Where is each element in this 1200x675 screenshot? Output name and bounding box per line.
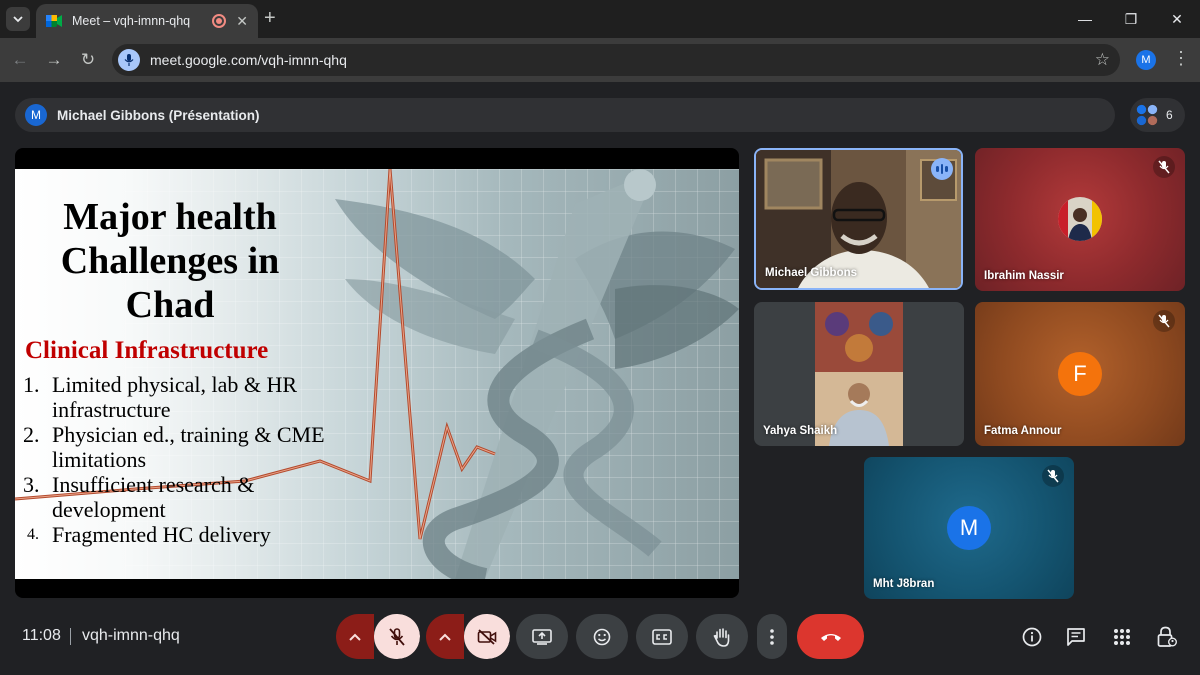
google-meet-icon	[46, 15, 62, 27]
raise-hand-button[interactable]	[696, 614, 748, 659]
bottom-bar-divider	[70, 628, 71, 645]
tab-close-icon[interactable]: ✕	[236, 13, 248, 30]
back-button[interactable]: ←	[8, 48, 32, 72]
presentation-label: Michael Gibbons (Présentation)	[57, 107, 260, 123]
minimize-icon[interactable]: —	[1062, 0, 1108, 38]
slide: Major health Challenges in Chad Clinical…	[15, 169, 739, 579]
participant-name: Fatma Annour	[984, 425, 1062, 437]
emoji-icon	[593, 628, 611, 645]
list-item: 4. Fragmented HC delivery	[27, 522, 271, 547]
browser-tab-meet[interactable]: Meet – vqh-imnn-qhq ✕	[36, 4, 258, 38]
chat-button[interactable]	[1065, 626, 1087, 648]
camera-off-icon	[477, 628, 497, 645]
slide-subtitle: Clinical Infrastructure	[25, 337, 269, 364]
new-tab-button[interactable]: +	[264, 8, 276, 28]
present-screen-icon	[532, 628, 552, 645]
participant-tile-ibrahim-nassir[interactable]: Ibrahim Nassir	[975, 148, 1185, 291]
mic-off-icon	[1153, 310, 1175, 332]
leave-call-button[interactable]	[797, 614, 864, 659]
participant-tile-michael-gibbons[interactable]: Michael Gibbons	[754, 148, 963, 290]
host-controls-button[interactable]	[1156, 626, 1178, 648]
participant-name: Ibrahim Nassir	[984, 270, 1064, 282]
mic-off-icon	[1042, 465, 1064, 487]
audio-options-button[interactable]	[336, 614, 374, 659]
reload-button[interactable]: ↻	[76, 48, 100, 72]
forward-button[interactable]: →	[42, 48, 66, 72]
hand-icon	[713, 627, 730, 647]
meeting-code: vqh-imnn-qhq	[82, 627, 180, 644]
list-item: 3. Insufficient research & development	[23, 472, 255, 522]
list-item: 1. Limited physical, lab & HR infrastruc…	[23, 372, 298, 422]
mic-control-group	[336, 614, 420, 659]
browser-toolbar: ← → ↻ meet.google.com/vqh-imnn-qhq ☆ M ⋮	[0, 38, 1200, 82]
slide-bullet-list: 1. Limited physical, lab & HR infrastruc…	[23, 372, 343, 547]
slide-text-block: Major health Challenges in Chad Clinical…	[15, 169, 345, 579]
participant-tile-fatma-annour[interactable]: F Fatma Annour	[975, 302, 1185, 446]
tab-title: Meet – vqh-imnn-qhq	[72, 14, 191, 28]
restore-icon[interactable]: ❐	[1108, 0, 1154, 38]
closed-captions-icon	[652, 628, 672, 645]
info-icon	[1022, 627, 1042, 647]
chat-icon	[1067, 628, 1085, 646]
video-options-button[interactable]	[426, 614, 464, 659]
participants-chip[interactable]: 6	[1130, 98, 1185, 132]
browser-menu-icon[interactable]: ⋮	[1172, 48, 1190, 69]
browser-tab-strip: Meet – vqh-imnn-qhq ✕ + — ❐ ✕	[0, 0, 1200, 38]
meeting-clock: 11:08	[22, 627, 61, 644]
present-now-button[interactable]	[516, 614, 568, 659]
activities-button[interactable]	[1111, 626, 1133, 648]
toggle-microphone-button[interactable]	[374, 614, 420, 659]
address-bar[interactable]: meet.google.com/vqh-imnn-qhq ☆	[112, 44, 1120, 76]
bookmark-star-icon[interactable]: ☆	[1095, 50, 1110, 70]
participant-name: Michael Gibbons	[765, 267, 858, 279]
meet-stage: M Michael Gibbons (Présentation) 6 Major…	[0, 82, 1200, 675]
captions-button[interactable]	[636, 614, 688, 659]
mic-off-icon	[389, 627, 405, 646]
presenter-avatar: M	[25, 104, 47, 126]
list-item: 2. Physician ed., training & CME limitat…	[23, 422, 325, 472]
participant-photo-avatar	[1058, 197, 1102, 241]
send-reaction-button[interactable]	[576, 614, 628, 659]
recording-indicator-icon	[212, 14, 227, 28]
participant-mini-avatars	[1136, 104, 1158, 126]
participant-avatar: F	[1058, 352, 1102, 396]
site-mic-in-use-icon[interactable]	[118, 49, 140, 71]
participant-count: 6	[1166, 108, 1173, 122]
toggle-camera-button[interactable]	[464, 614, 510, 659]
hang-up-icon	[820, 633, 841, 641]
chevron-down-icon	[13, 16, 23, 23]
participant-avatar: M	[947, 506, 991, 550]
chevron-up-icon	[349, 633, 361, 641]
lock-person-icon	[1157, 626, 1177, 647]
window-controls: — ❐ ✕	[1062, 0, 1200, 38]
meeting-details-button[interactable]	[1021, 626, 1043, 648]
slide-title: Major health Challenges in Chad	[60, 196, 280, 326]
participant-name: Yahya Shaikh	[763, 425, 838, 437]
speaking-indicator-icon	[931, 158, 953, 180]
participant-tile-yahya-shaikh[interactable]: Yahya Shaikh	[754, 302, 964, 446]
tab-search-button[interactable]	[6, 7, 30, 31]
mic-off-icon	[1153, 156, 1175, 178]
presentation-banner: M Michael Gibbons (Présentation)	[15, 98, 1115, 132]
apps-grid-icon	[1114, 629, 1130, 645]
chevron-up-icon	[439, 633, 451, 641]
participant-tile-mht-j8bran[interactable]: M Mht J8bran	[864, 457, 1074, 599]
more-vert-icon	[770, 628, 774, 645]
more-options-button[interactable]	[757, 614, 787, 659]
participant-name: Mht J8bran	[873, 578, 935, 590]
url-text: meet.google.com/vqh-imnn-qhq	[150, 52, 347, 68]
shared-presentation: Major health Challenges in Chad Clinical…	[15, 148, 739, 598]
close-window-icon[interactable]: ✕	[1154, 0, 1200, 38]
camera-control-group	[426, 614, 510, 659]
profile-avatar[interactable]: M	[1136, 50, 1156, 70]
